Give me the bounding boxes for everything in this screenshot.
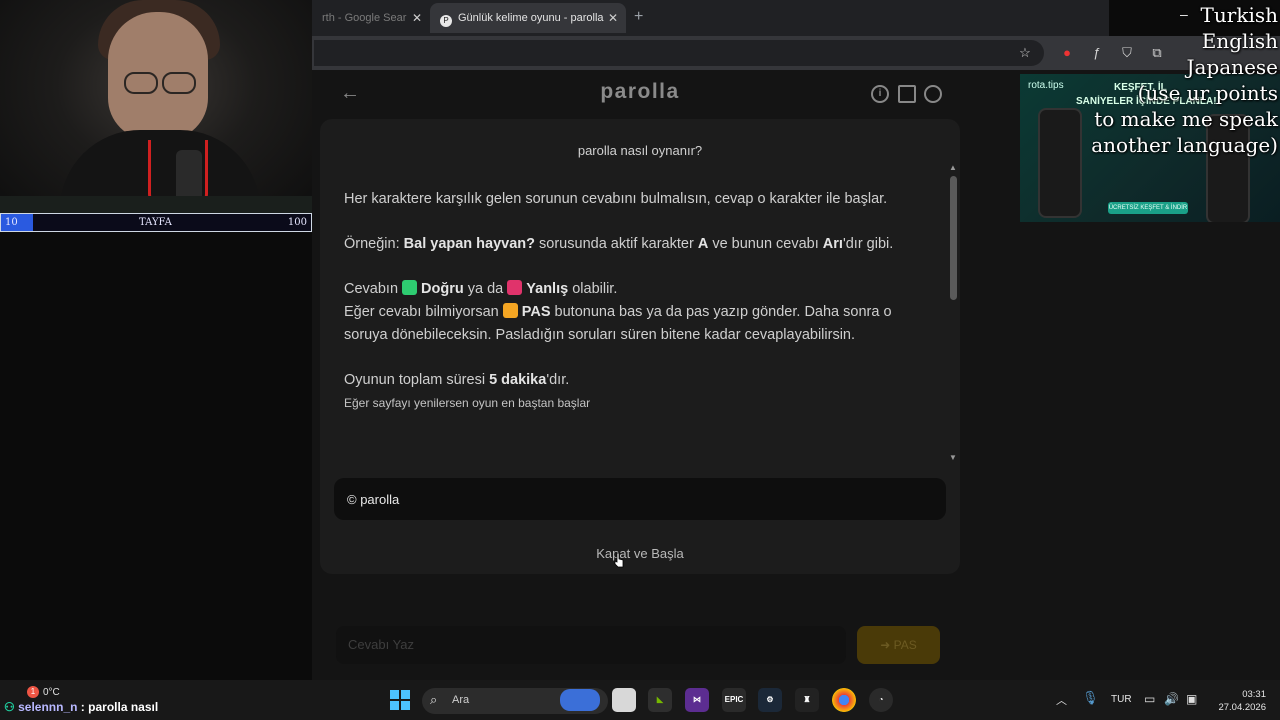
weather-badge: 1: [27, 686, 39, 698]
ad-cta-button[interactable]: ÜCRETSİZ KEŞFET & İNDİR: [1108, 202, 1188, 214]
overlay-line: (use ur points: [1137, 81, 1278, 105]
search-highlight-image: [560, 689, 600, 711]
search-label: Ara: [452, 694, 470, 706]
refresh-note: Eğer sayfayı yenilersen oyun en baştan b…: [344, 396, 591, 410]
correct-color-swatch: [402, 280, 418, 295]
chat-badge-icon: ⚇: [4, 700, 15, 714]
back-arrow-icon[interactable]: ←: [340, 82, 360, 105]
scroll-up-icon[interactable]: ▲: [949, 163, 957, 172]
tray-chevron-icon[interactable]: ︿: [1056, 692, 1067, 708]
clock-date: 27.04.2026: [1218, 702, 1266, 713]
pass-color-swatch: [502, 303, 518, 318]
browser-tabstrip: rth - Google Sear ✕ P Günlük kelime oyunu…: [312, 0, 1109, 36]
weather-temp[interactable]: 0°C: [43, 687, 60, 698]
overlay-line: English: [1201, 29, 1278, 53]
modal-footer: [334, 478, 946, 520]
visual-studio-icon[interactable]: ⋈: [685, 688, 709, 712]
rule-paragraph-2: Örneğin: Bal yapan hayvan? sorusunda akt…: [344, 236, 894, 252]
bookmark-star-icon[interactable]: ☆: [1016, 44, 1034, 62]
overlay-line: to make me speak: [1094, 107, 1278, 131]
tab-label: rth - Google Sear: [322, 12, 407, 24]
address-bar[interactable]: [314, 40, 1044, 66]
webcam-feed: [0, 0, 312, 214]
language-overlay: Turkish English Japanese (use ur points …: [1058, 2, 1278, 158]
glasses-right: [162, 72, 196, 94]
clock-time: 03:31: [1242, 689, 1266, 700]
stats-icon[interactable]: [898, 85, 916, 103]
windows-start-icon[interactable]: [390, 690, 410, 710]
info-icon[interactable]: i: [871, 85, 889, 103]
scroll-down-icon[interactable]: ▼: [949, 453, 957, 462]
rule-paragraph-1: Her karaktere karşılık gelen sorunun cev…: [344, 191, 888, 207]
xp-right: 100: [287, 217, 307, 228]
chat-text: parolla nasıl: [88, 700, 159, 714]
file-explorer-icon[interactable]: [612, 688, 636, 712]
rule-paragraph-4: Oyunun toplam süresi 5 dakika'dır. Eğer s…: [344, 372, 591, 410]
obs-icon[interactable]: ◔: [869, 688, 893, 712]
modal-body: Her karaktere karşılık gelen sorunun cev…: [344, 188, 934, 460]
xp-title: TAYFA: [139, 217, 172, 228]
tab-google-search[interactable]: rth - Google Sear ✕: [312, 3, 430, 33]
microphone-icon[interactable]: 🎙: [1082, 690, 1099, 706]
xp-left: 10: [5, 217, 18, 228]
profile-icon[interactable]: [924, 85, 942, 103]
game-launcher-icon[interactable]: ♜: [795, 688, 819, 712]
nvidia-icon[interactable]: ◣: [648, 688, 672, 712]
close-icon[interactable]: ✕: [608, 11, 618, 25]
network-icon[interactable]: ▭: [1144, 692, 1155, 706]
tab-label: Günlük kelime oyunu - parolla: [458, 12, 604, 24]
tab-parolla[interactable]: P Günlük kelime oyunu - parolla ✕: [430, 3, 626, 33]
overlay-line: Japanese: [1186, 55, 1278, 79]
battery-icon[interactable]: ▣: [1186, 692, 1197, 706]
overlay-line: Turkish: [1200, 3, 1278, 27]
parolla-logo: parolla: [600, 80, 680, 103]
close-and-start-button[interactable]: Kapat ve Başla: [540, 546, 740, 561]
parolla-favicon-icon: P: [440, 15, 452, 27]
pas-button[interactable]: ➜ PAS: [857, 626, 940, 664]
steam-icon[interactable]: ⚙: [758, 688, 782, 712]
volume-icon[interactable]: 🔊: [1164, 692, 1179, 706]
epic-games-icon[interactable]: EPIC: [722, 688, 746, 712]
new-tab-button[interactable]: +: [634, 8, 643, 26]
glasses-left: [124, 72, 158, 94]
chrome-icon[interactable]: [832, 688, 856, 712]
rule-paragraph-3: Cevabın Doğru ya da Yanlış olabilir. Eğer…: [344, 280, 892, 343]
chat-message: ⚇ selennn_n : parolla nasıl: [4, 700, 159, 714]
close-icon[interactable]: ✕: [412, 11, 422, 25]
modal-title: parolla nasıl oynanır?: [577, 143, 703, 158]
xp-bar: 10 TAYFA 100: [0, 213, 312, 232]
hand-cursor-icon: [614, 552, 624, 568]
clock[interactable]: 03:31 27.04.2026: [1212, 688, 1266, 714]
copyright-text: © parolla: [347, 492, 400, 507]
chat-username: selennn_n: [18, 700, 78, 714]
wrong-color-swatch: [507, 280, 523, 295]
answer-input[interactable]: Cevabı Yaz: [336, 626, 846, 664]
language-indicator[interactable]: TUR: [1111, 694, 1132, 705]
keyboard: [0, 196, 312, 214]
modal-scrollbar-thumb[interactable]: [950, 176, 957, 300]
overlay-line: another language): [1091, 133, 1278, 157]
search-icon: ⌕: [430, 692, 438, 707]
